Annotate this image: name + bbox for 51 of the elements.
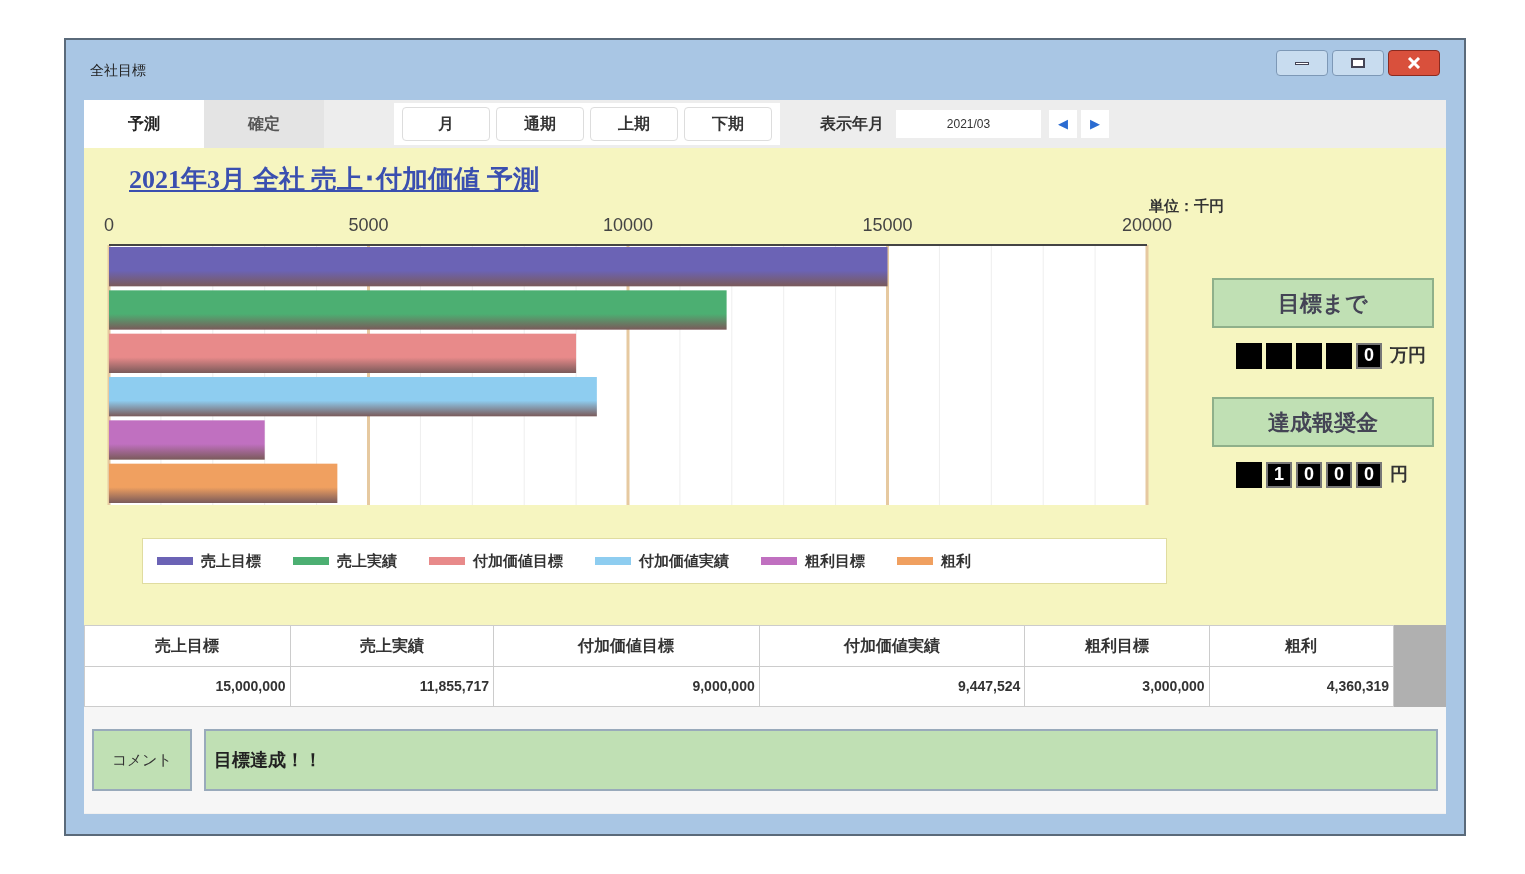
previous-button[interactable]: ◀ — [1049, 110, 1077, 138]
table-cell: 11,855,717 — [290, 666, 494, 707]
legend-label: 付加価値目標 — [473, 550, 563, 571]
digit: 0 — [1326, 461, 1352, 488]
legend-label: 売上実績 — [337, 550, 397, 571]
axis-tick-label: 15000 — [862, 215, 913, 235]
digit: 0 — [1356, 461, 1382, 488]
month-field[interactable]: 2021/03 — [896, 110, 1041, 138]
axis-tick-label: 10000 — [602, 215, 654, 235]
legend-label: 粗利 — [941, 550, 971, 571]
legend-label: 粗利目標 — [805, 550, 865, 571]
window-title: 全社目標 — [90, 60, 146, 80]
period-button[interactable]: 月 — [402, 107, 490, 141]
table-cell: 9,000,000 — [493, 666, 760, 707]
period-button[interactable]: 下期 — [684, 107, 772, 141]
tab[interactable]: 予測 — [84, 100, 204, 148]
close-button[interactable] — [1388, 50, 1440, 76]
panel-button[interactable]: 達成報奨金 — [1212, 397, 1434, 447]
period-button[interactable]: 通期 — [496, 107, 584, 141]
table-cell: 15,000,000 — [84, 666, 291, 707]
comment-label: コメント — [92, 729, 192, 791]
column-header: 粗利 — [1209, 625, 1394, 667]
tab[interactable]: 確定 — [204, 100, 324, 148]
minimize-button[interactable] — [1276, 50, 1328, 76]
maximize-button[interactable] — [1332, 50, 1384, 76]
column-header: 売上目標 — [84, 625, 291, 667]
month-label: 表示年月 — [820, 114, 884, 134]
axis-tick-label: 0 — [104, 215, 114, 235]
table-cell: 9,447,524 — [759, 666, 1025, 707]
chart-title-link[interactable]: 2021年3月 全社 売上･付加価値 予測 — [129, 160, 539, 199]
digit: 1 — [1266, 461, 1292, 488]
table-cell: 3,000,000 — [1024, 666, 1210, 707]
panel-button[interactable]: 目標まで — [1212, 278, 1434, 328]
legend-label: 売上目標 — [201, 550, 261, 571]
period-button[interactable]: 上期 — [590, 107, 678, 141]
table-cell: 4,360,319 — [1209, 666, 1394, 707]
column-header: 粗利目標 — [1024, 625, 1210, 667]
column-header: 売上実績 — [290, 625, 494, 667]
axis-tick-label: 20000 — [1121, 215, 1173, 235]
unit-label: 円 — [1390, 463, 1409, 486]
column-header: 付加価値目標 — [493, 625, 760, 667]
column-header: 付加価値実績 — [759, 625, 1025, 667]
digit: 0 — [1356, 342, 1382, 369]
unit-label: 万円 — [1390, 344, 1427, 367]
next-button[interactable]: ▶ — [1081, 110, 1109, 138]
comment-field[interactable]: 目標達成！！ — [204, 729, 1438, 791]
close-icon — [1407, 57, 1421, 69]
legend-label: 付加価値実績 — [639, 550, 729, 571]
axis-tick-label: 5000 — [348, 215, 389, 235]
digit: 0 — [1296, 461, 1322, 488]
unit-label: 単位：千円 — [1149, 195, 1224, 216]
